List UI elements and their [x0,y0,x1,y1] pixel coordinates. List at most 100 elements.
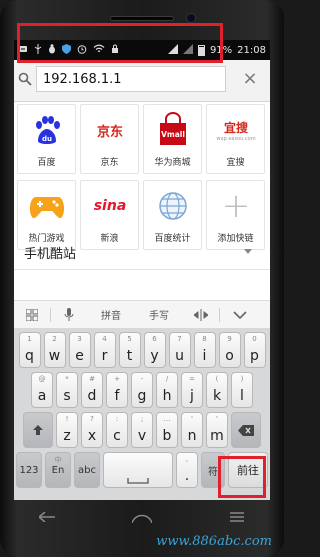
navigation-bar [0,502,284,532]
key-m[interactable]: ' m [206,412,228,448]
key-u[interactable]: 7u [168,332,191,368]
key-t[interactable]: 5t [118,332,141,368]
key-l[interactable]: ) l [231,372,253,408]
key-g[interactable]: -g [131,372,153,408]
phone-frame: 91% 21:08 × d [0,0,284,557]
key-w[interactable]: 2w [43,332,66,368]
mobile-sites-dropdown[interactable]: 手机酷站 [14,236,270,270]
go-key[interactable]: 前往 [228,452,268,488]
key-d[interactable]: # d [81,372,103,408]
key-sub-label: … [163,415,171,423]
key-k[interactable]: (k [206,372,228,408]
search-icon [18,71,32,86]
key-sub-label: ( [215,375,219,383]
key-label: g [137,388,147,404]
globe-icon [154,187,192,225]
key-label: i [202,348,207,364]
sina-logo-icon: sina [91,187,129,225]
key-sub-label: ? [90,415,94,423]
grid-menu-icon[interactable] [14,301,50,329]
easou-logo-icon: 宜搜 wap.easou.com [216,111,256,149]
key-label: o [225,348,234,364]
key-v[interactable]: ; v [131,412,153,448]
key-q[interactable]: 1q [18,332,41,368]
key-sub-label: 3 [77,335,82,343]
key-r[interactable]: 4r [93,332,116,368]
key-sub-label: - [140,375,144,383]
battery-percent: 91% [209,44,233,56]
key-label: p [250,348,259,364]
key-sub-label: 5 [127,335,132,343]
numbers-key[interactable]: 123 [16,452,42,488]
screen: 91% 21:08 × d [14,40,270,500]
key-f[interactable]: + f [106,372,128,408]
key-a[interactable]: @ a [31,372,53,408]
shortcut-grid: du 百度 京东 京东 Vmall 华为商城 宜搜 wap.easou.com … [17,104,269,250]
cursor-move-icon[interactable] [183,301,219,329]
front-camera [186,13,196,23]
key-sub-label: 0 [252,335,257,343]
language-key[interactable]: 中 En [45,452,71,488]
key-sub-label: @ [38,375,46,383]
mobile-sites-label: 手机酷站 [24,247,77,262]
status-bar: 91% 21:08 [14,40,270,60]
key-sub-label: # [89,375,95,383]
key-p[interactable]: 0p [243,332,266,368]
key-b[interactable]: … b [156,412,178,448]
key-label: d [87,388,97,404]
key-label: z [63,428,71,444]
handwriting-button[interactable]: 手写 [135,301,183,329]
key-j[interactable]: = j [181,372,203,408]
easou-logo-subtext: wap.easou.com [216,135,256,142]
key-label: w [48,348,61,364]
alarm-icon [77,44,87,57]
period-key[interactable]: ,. [176,452,198,488]
key-s[interactable]: * s [56,372,78,408]
shortcut-jd[interactable]: 京东 京东 [80,104,139,174]
key-x[interactable]: ? x [81,412,103,448]
baidu-logo-icon: du [28,111,66,149]
soft-keyboard: 1q2w3e4r5t6y7u8i9o0p @ a * s # d + f - g / h = j(k) l … [14,328,270,500]
shortcut-label: 华为商城 [154,158,191,168]
key-sub-label: 7 [177,335,182,343]
url-input[interactable] [36,66,226,92]
key-i[interactable]: 8i [193,332,216,368]
clear-icon[interactable]: × [240,69,260,89]
shift-key[interactable] [23,412,53,448]
pinyin-button[interactable]: 拼音 [87,301,135,329]
key-sub-label: + [114,375,120,383]
key-label: q [25,348,34,364]
row3-letters: ! z? x: c; v… b ' n ' m [56,412,228,448]
home-icon[interactable] [127,507,157,527]
key-c[interactable]: :c [106,412,128,448]
key-y[interactable]: 6y [143,332,166,368]
status-right: 91% 21:08 [167,43,266,57]
menu-icon[interactable] [222,507,252,527]
hide-keyboard-icon[interactable] [220,301,260,329]
shortcut-vmall[interactable]: Vmall 华为商城 [143,104,202,174]
shield-icon [62,43,71,57]
plus-icon: + [217,186,255,226]
keyboard-row-3: ! z? x: c; v… b ' n ' m [16,412,268,448]
key-label: c [113,428,121,444]
key-label: y [150,348,159,364]
key-sub-label: : [115,415,119,423]
key-z[interactable]: ! z [56,412,78,448]
back-icon[interactable] [32,507,62,527]
key-h[interactable]: / h [156,372,178,408]
status-icons [18,43,119,57]
abc-key[interactable]: abc [74,452,100,488]
key-e[interactable]: 3e [68,332,91,368]
key-sub-label: ' [216,415,218,423]
microphone-icon[interactable] [51,301,87,329]
shortcut-easou[interactable]: 宜搜 wap.easou.com 宜搜 [206,104,265,174]
vmall-logo-icon: Vmall [154,111,192,149]
key-o[interactable]: 9o [218,332,241,368]
shortcut-baidu[interactable]: du 百度 [17,104,76,174]
backspace-key[interactable] [231,412,261,448]
symbol-key[interactable]: 符 [201,452,225,488]
space-key[interactable] [103,452,173,488]
key-n[interactable]: ' n [181,412,203,448]
chevron-down-icon [244,249,252,254]
key-label: t [126,348,133,364]
